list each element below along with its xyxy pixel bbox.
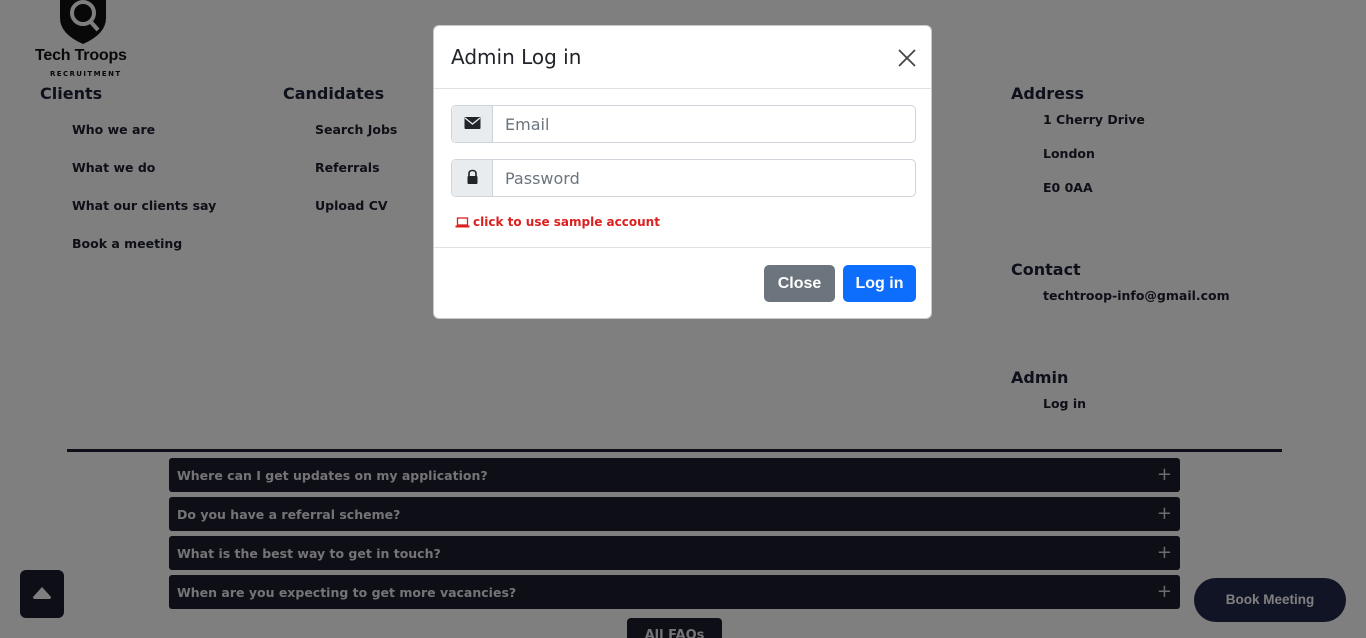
- password-input-group: [451, 159, 916, 197]
- email-field[interactable]: [494, 106, 915, 142]
- close-icon[interactable]: [896, 47, 918, 69]
- password-addon: [452, 160, 493, 196]
- sample-account-label: click to use sample account: [473, 215, 660, 229]
- email-addon: [452, 106, 493, 142]
- sample-account-link[interactable]: click to use sample account: [455, 215, 660, 229]
- lock-icon: [467, 169, 478, 184]
- password-field[interactable]: [494, 160, 915, 196]
- login-button[interactable]: Log in: [843, 265, 916, 302]
- close-button[interactable]: Close: [764, 265, 835, 302]
- envelope-icon: [464, 117, 481, 129]
- admin-login-modal: Admin Log in Email click to use sample a…: [433, 25, 932, 319]
- page: Tech Troops RECRUITMENT Clients Who we a…: [0, 0, 1366, 638]
- laptop-icon: [455, 217, 470, 228]
- modal-title: Admin Log in: [451, 45, 582, 69]
- modal-footer: Close Log in: [434, 247, 931, 319]
- email-input-group: [451, 105, 916, 143]
- modal-header: Admin Log in: [434, 26, 931, 89]
